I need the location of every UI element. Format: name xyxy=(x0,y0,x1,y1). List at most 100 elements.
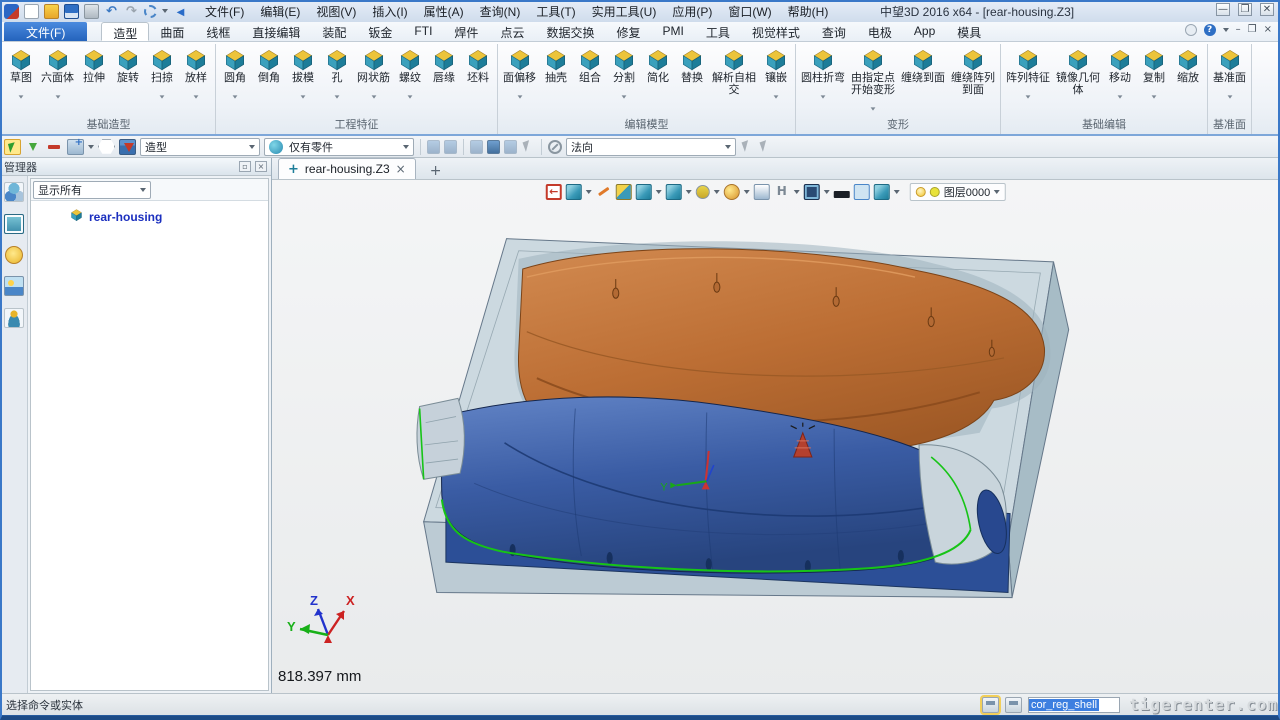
ribbon-button-2-5[interactable]: 替换 xyxy=(675,45,709,115)
ribbon-button-1-5[interactable]: 螺纹 xyxy=(393,45,427,115)
ribbon-button-2-0[interactable]: 面偏移 xyxy=(500,45,539,115)
normal-direction-icon[interactable] xyxy=(548,140,562,154)
dropdown-caret-icon[interactable] xyxy=(621,86,627,92)
ribbon-tab-11[interactable]: PMI xyxy=(651,22,694,41)
ribbon-tab-3[interactable]: 直接编辑 xyxy=(241,22,311,41)
dropdown-caret-icon[interactable] xyxy=(773,86,779,92)
remove-display-icon[interactable] xyxy=(46,139,63,155)
insert-image-icon[interactable] xyxy=(67,139,84,155)
ribbon-button-2-2[interactable]: 组合 xyxy=(573,45,607,115)
ribbon-button-3-2[interactable]: 缠绕到面 xyxy=(898,45,948,115)
view-orientation-icon[interactable] xyxy=(566,184,582,200)
dropdown-caret-icon[interactable] xyxy=(18,86,24,92)
dropdown-caret-icon[interactable] xyxy=(334,86,340,92)
ribbon-button-3-3[interactable]: 缠绕阵列到面 xyxy=(948,45,998,115)
ribbon-button-2-1[interactable]: 抽壳 xyxy=(539,45,573,115)
normal-combo[interactable]: 法向 xyxy=(566,138,736,156)
doc-close-button[interactable]: × xyxy=(1264,24,1272,36)
ribbon-button-1-0[interactable]: 圆角 xyxy=(218,45,252,115)
pick-point-icon[interactable] xyxy=(740,140,754,154)
customize-caret-icon[interactable] xyxy=(162,9,168,13)
ribbon-button-0-5[interactable]: 放样 xyxy=(179,45,213,115)
layer-manager-icon[interactable] xyxy=(5,246,23,264)
menu-item-5[interactable]: 查询(N) xyxy=(473,1,528,22)
dropdown-caret-icon[interactable] xyxy=(1227,86,1233,92)
render-icon[interactable] xyxy=(724,184,740,200)
align-horizontal-icon[interactable] xyxy=(427,140,440,154)
ribbon-tab-16[interactable]: App xyxy=(903,22,946,41)
doc-minimize-button[interactable]: – xyxy=(1236,24,1241,36)
menu-item-7[interactable]: 实用工具(U) xyxy=(585,1,664,22)
exit-icon[interactable] xyxy=(546,184,562,200)
regen-icon[interactable] xyxy=(144,5,157,18)
ribbon-button-5-0[interactable]: 基准面 xyxy=(1210,45,1249,115)
manager-pin-button[interactable]: ▫ xyxy=(239,161,251,172)
viewport-canvas[interactable]: Y xyxy=(272,180,1280,693)
inquire-icon[interactable] xyxy=(696,185,710,199)
ribbon-button-4-1[interactable]: 镜像几何体 xyxy=(1053,45,1103,115)
dropdown-caret-icon[interactable] xyxy=(232,86,238,92)
stack-top-icon[interactable] xyxy=(470,140,483,154)
close-button[interactable]: ✕ xyxy=(1260,3,1274,16)
ribbon-tab-7[interactable]: 焊件 xyxy=(443,22,489,41)
ribbon-button-1-4[interactable]: 网状筋 xyxy=(354,45,393,115)
ribbon-tab-14[interactable]: 查询 xyxy=(811,22,857,41)
ribbon-tab-6[interactable]: FTI xyxy=(403,22,443,41)
ribbon-button-0-4[interactable]: 扫掠 xyxy=(145,45,179,115)
collapse-icon[interactable] xyxy=(173,4,188,19)
dropdown-caret-icon[interactable] xyxy=(300,86,306,92)
add-display-icon[interactable] xyxy=(25,139,42,155)
polygon-select-icon[interactable] xyxy=(98,139,115,155)
menu-item-2[interactable]: 视图(V) xyxy=(309,1,363,22)
doc-restore-button[interactable]: ❐ xyxy=(1248,24,1257,36)
quick-command-input[interactable]: cor_reg_shell xyxy=(1028,697,1120,713)
ribbon-tab-17[interactable]: 模具 xyxy=(946,22,992,41)
edge-display-icon[interactable] xyxy=(834,191,850,198)
help-caret-icon[interactable] xyxy=(1223,28,1229,32)
ribbon-button-2-3[interactable]: 分割 xyxy=(607,45,641,115)
ribbon-tab-9[interactable]: 数据交换 xyxy=(535,22,605,41)
ribbon-tab-1[interactable]: 曲面 xyxy=(149,22,195,41)
app-logo-icon[interactable] xyxy=(4,4,19,19)
ribbon-tab-4[interactable]: 装配 xyxy=(311,22,357,41)
history-tree-icon[interactable] xyxy=(4,182,24,202)
menu-item-3[interactable]: 插入(I) xyxy=(365,1,414,22)
ribbon-button-2-4[interactable]: 简化 xyxy=(641,45,675,115)
menu-item-9[interactable]: 窗口(W) xyxy=(721,1,778,22)
dropdown-caret-icon[interactable] xyxy=(1025,86,1031,92)
ribbon-button-0-0[interactable]: 草图 xyxy=(4,45,38,115)
redline-icon[interactable] xyxy=(596,184,612,200)
restore-button[interactable]: ❐ xyxy=(1238,3,1252,16)
view-manager-icon[interactable] xyxy=(4,276,24,296)
dropdown-caret-icon[interactable] xyxy=(193,86,199,92)
ribbon-button-1-3[interactable]: 孔 xyxy=(320,45,354,115)
sort-filter-icon[interactable] xyxy=(119,139,136,155)
save-icon[interactable] xyxy=(64,4,79,19)
scene-icon[interactable] xyxy=(804,184,820,200)
ribbon-button-3-1[interactable]: 由指定点开始变形 xyxy=(848,45,898,115)
assembly-manager-icon[interactable] xyxy=(4,214,24,234)
dropdown-caret-icon[interactable] xyxy=(371,86,377,92)
document-tab-close-icon[interactable]: × xyxy=(396,163,406,175)
align-vertical-icon[interactable] xyxy=(444,140,457,154)
role-icon[interactable] xyxy=(4,308,24,328)
select-tool-icon[interactable] xyxy=(4,139,21,155)
plane-display-icon[interactable] xyxy=(854,184,870,200)
skin-icon[interactable] xyxy=(1185,24,1197,36)
stack-middle-icon[interactable] xyxy=(487,140,500,154)
undo-icon[interactable] xyxy=(104,4,119,19)
dropdown-caret-icon[interactable] xyxy=(159,86,165,92)
ribbon-tab-8[interactable]: 点云 xyxy=(489,22,535,41)
ribbon-button-4-0[interactable]: 阵列特征 xyxy=(1003,45,1053,115)
ribbon-button-1-1[interactable]: 倒角 xyxy=(252,45,286,115)
file-menu-button[interactable]: 文件(F) xyxy=(4,22,87,41)
dropdown-caret-icon[interactable] xyxy=(1117,86,1123,92)
menu-item-8[interactable]: 应用(P) xyxy=(665,1,719,22)
ribbon-button-1-6[interactable]: 唇缘 xyxy=(427,45,461,115)
menu-item-10[interactable]: 帮助(H) xyxy=(781,1,836,22)
grid-display-toggle-icon[interactable] xyxy=(1005,697,1022,713)
new-tab-button[interactable]: + xyxy=(422,163,450,179)
ribbon-tab-15[interactable]: 电极 xyxy=(857,22,903,41)
redo-icon[interactable] xyxy=(124,4,139,19)
dropdown-caret-icon[interactable] xyxy=(55,86,61,92)
